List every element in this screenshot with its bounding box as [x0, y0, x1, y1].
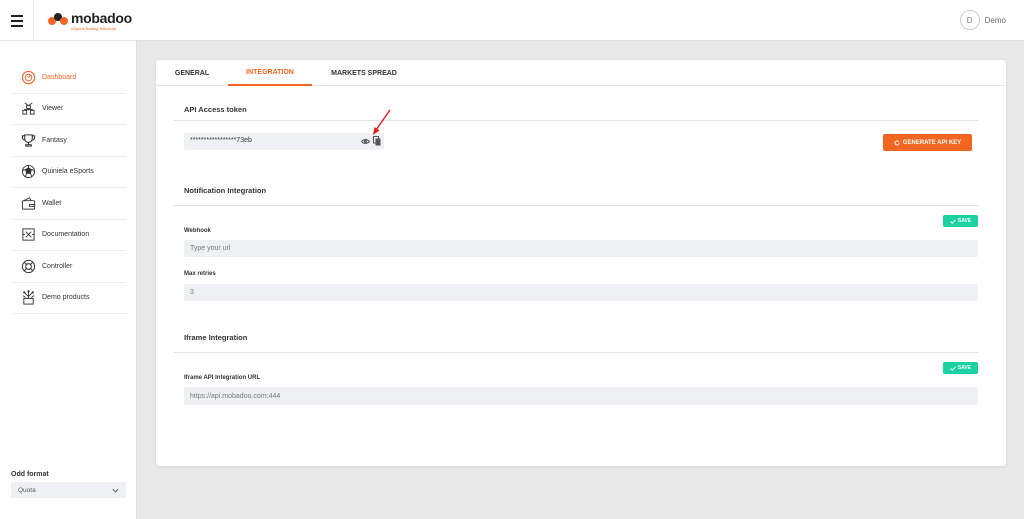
max-retries-input[interactable]: 3	[184, 284, 978, 301]
max-retries-label: Max retries	[184, 271, 216, 277]
divider	[174, 205, 978, 206]
tab-general[interactable]: GENERAL	[166, 60, 218, 86]
notification-integration-title: Notification Integration	[184, 186, 267, 195]
check-icon	[950, 218, 956, 224]
sidebar-nav: Dashboard Viewer Fantasy Quiniela eSport…	[11, 62, 126, 314]
sidebar-item-demo-products[interactable]: Demo products	[11, 283, 126, 314]
api-access-title: API Access token	[184, 105, 247, 114]
eye-icon[interactable]	[361, 137, 370, 146]
integration-card: GENERAL INTEGRATION MARKETS SPREAD API A…	[156, 60, 1006, 466]
save-label: SAVE	[957, 365, 972, 371]
tab-markets-spread[interactable]: MARKETS SPREAD	[324, 60, 404, 86]
sidebar-item-label: Fantasy	[42, 136, 67, 144]
copy-icon[interactable]	[373, 136, 381, 146]
api-token-field[interactable]: *****************73eb	[184, 133, 384, 150]
iframe-url-label: Iframe API Integration URL	[184, 375, 261, 381]
refresh-icon	[894, 139, 900, 145]
sidebar-item-label: Wallet	[42, 199, 62, 207]
brand-logo[interactable]: mobadoo eSports Betting Solutions	[48, 11, 132, 31]
sidebar: Dashboard Viewer Fantasy Quiniela eSport…	[0, 41, 137, 519]
tab-integration[interactable]: INTEGRATION	[228, 60, 312, 86]
sidebar-item-documentation[interactable]: Documentation	[11, 220, 126, 251]
hamburger-menu-icon[interactable]	[0, 0, 34, 41]
generate-api-key-label: GENERATE API KEY	[902, 139, 962, 146]
user-menu[interactable]: D Demo	[959, 10, 1006, 30]
dashboard-icon	[20, 69, 36, 85]
webhook-input[interactable]: Type your url	[184, 240, 978, 257]
webhook-label: Webhook	[184, 228, 211, 234]
sidebar-item-viewer[interactable]: Viewer	[11, 94, 126, 125]
wallet-icon	[20, 195, 36, 211]
sidebar-item-label: Demo products	[42, 294, 90, 302]
generate-api-key-button[interactable]: GENERATE API KEY	[883, 134, 972, 151]
sidebar-item-label: Quiniela eSports	[42, 168, 94, 176]
user-name[interactable]: Demo	[985, 16, 1006, 25]
odd-format-select[interactable]: Quota	[11, 482, 126, 498]
controller-icon	[20, 258, 36, 274]
avatar[interactable]: D	[959, 10, 980, 30]
viewer-icon	[20, 101, 36, 117]
save-label: SAVE	[957, 218, 972, 224]
sidebar-item-label: Dashboard	[42, 73, 77, 81]
sidebar-item-controller[interactable]: Controller	[11, 251, 126, 283]
mobadoo-logo-icon	[48, 13, 68, 25]
top-bar: mobadoo eSports Betting Solutions D Demo	[0, 0, 1024, 41]
odd-format-value: Quota	[18, 486, 36, 494]
sidebar-item-label: Documentation	[42, 231, 90, 239]
documentation-icon	[20, 227, 36, 243]
chevron-down-icon	[112, 488, 119, 493]
sidebar-item-quiniela[interactable]: Quiniela eSports	[11, 157, 126, 188]
save-iframe-button[interactable]: SAVE	[943, 362, 978, 374]
tab-bar: GENERAL INTEGRATION MARKETS SPREAD	[156, 60, 1006, 86]
sidebar-item-dashboard[interactable]: Dashboard	[11, 62, 126, 94]
sidebar-item-wallet[interactable]: Wallet	[11, 188, 126, 220]
sidebar-item-label: Controller	[42, 262, 73, 270]
api-token-value: *****************73eb	[190, 137, 252, 144]
odd-format-label: Odd format	[11, 471, 49, 478]
brand-name: mobadoo	[71, 10, 132, 26]
divider	[174, 352, 978, 353]
save-notification-button[interactable]: SAVE	[943, 215, 978, 227]
check-icon	[950, 365, 956, 371]
iframe-url-input[interactable]: https://api.mobadoo.com:444	[184, 387, 978, 405]
annotation-arrow-icon	[373, 109, 391, 135]
brand-tagline: eSports Betting Solutions	[71, 26, 116, 31]
sidebar-item-fantasy[interactable]: Fantasy	[11, 125, 126, 157]
demo-products-icon	[20, 290, 36, 306]
trophy-icon	[20, 132, 36, 148]
sidebar-item-label: Viewer	[42, 105, 64, 113]
iframe-integration-title: Iframe Integration	[184, 333, 248, 342]
quiniela-icon	[20, 164, 36, 180]
divider	[174, 120, 978, 121]
